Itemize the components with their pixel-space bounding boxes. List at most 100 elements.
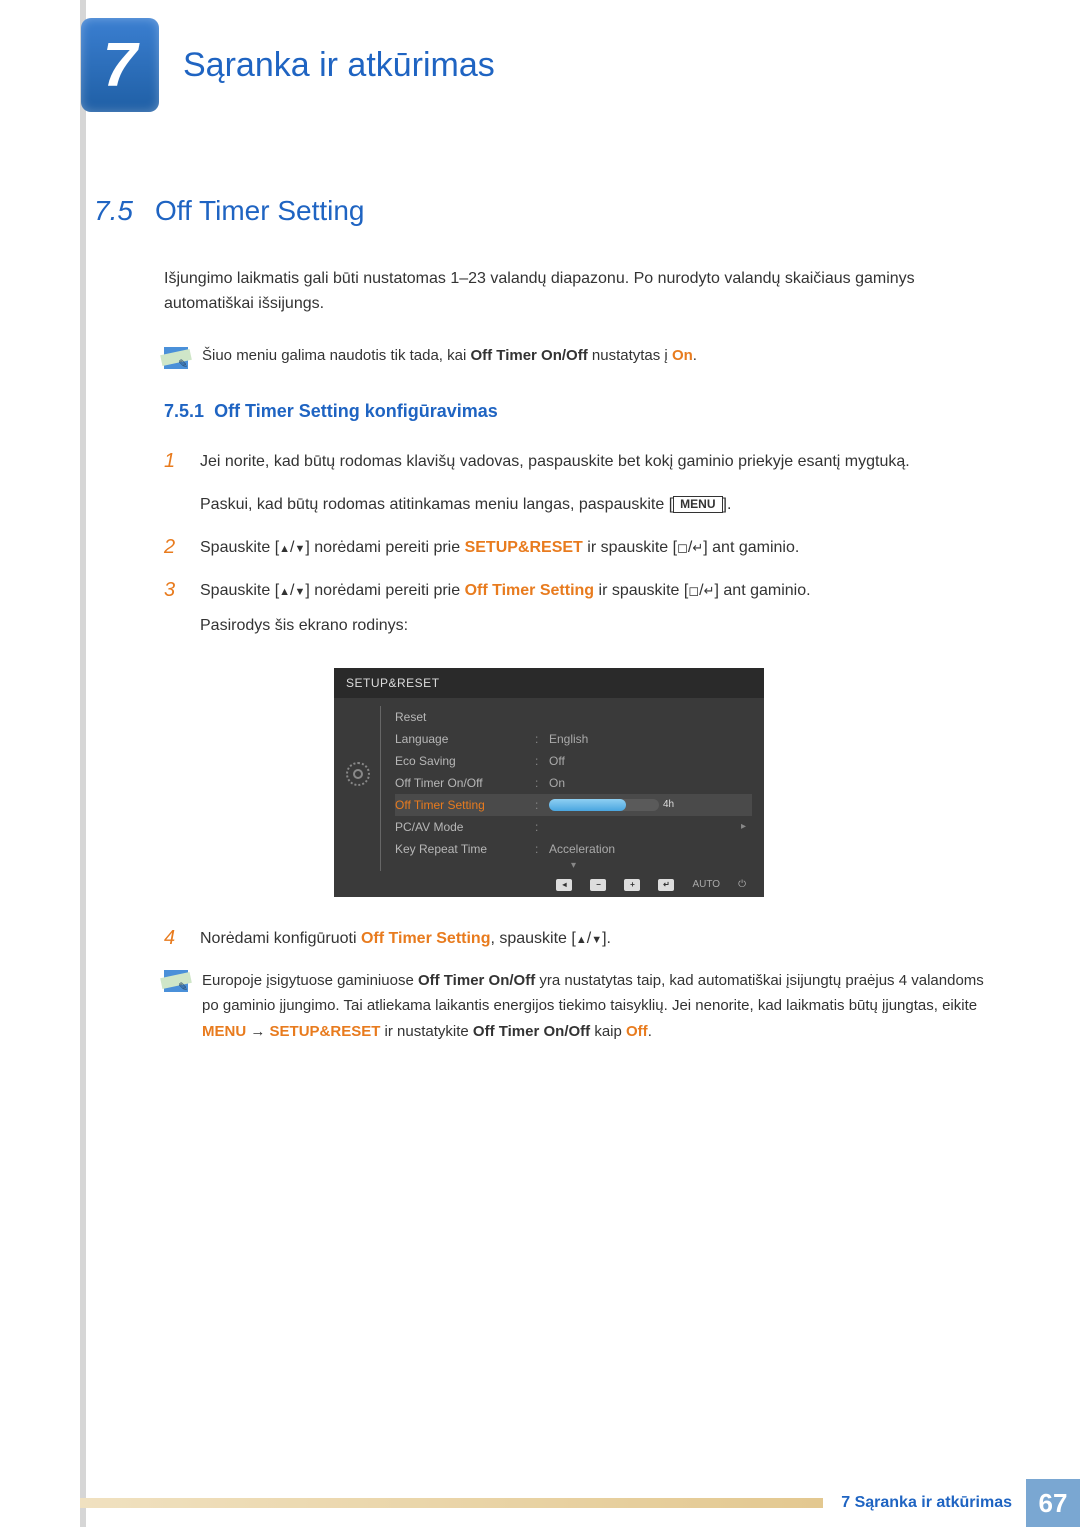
osd-colon: : (535, 754, 549, 768)
intro-paragraph: Išjungimo laikmatis gali būti nustatomas… (164, 267, 1004, 317)
triangle-down-icon (295, 539, 306, 556)
step-1-sub: Paskui, kad būtų rodomas atitinkamas men… (200, 491, 1004, 518)
return-icon (704, 582, 715, 599)
note-text-2: Europoje įsigytuose gaminiuose Off Timer… (202, 968, 1004, 1045)
osd-colon: : (535, 842, 549, 856)
step-2-text: Spauskite [/] norėdami pereiti prie SETU… (200, 534, 799, 561)
osd-body: Reset Language : English Eco Saving : Of… (334, 698, 764, 875)
footer-page-number: 67 (1026, 1479, 1080, 1527)
step-1: 1 Jei norite, kad būtų rodomas klavišų v… (164, 448, 1004, 475)
osd-label: Language (395, 732, 535, 746)
n2-h3: SETUP&RESET (270, 1023, 381, 1040)
triangle-up-icon (279, 582, 290, 599)
s3-mid2: ir spauskite [ (594, 582, 688, 599)
osd-label: Reset (395, 710, 535, 724)
osd-screenshot: SETUP&RESET Reset Language : English Eco… (334, 668, 764, 897)
n2-t5: . (648, 1023, 652, 1040)
osd-row-pcav: PC/AV Mode : ▸ (395, 816, 752, 838)
osd-value: Acceleration (549, 842, 615, 856)
osd-label: Key Repeat Time (395, 842, 535, 856)
note-block-2: Europoje įsigytuose gaminiuose Off Timer… (164, 968, 1004, 1045)
osd-list: Reset Language : English Eco Saving : Of… (380, 706, 752, 871)
s2-highlight: SETUP&RESET (465, 539, 583, 556)
s4-mid: , spauskite [ (490, 930, 575, 947)
note1-pre: Šiuo meniu galima naudotis tik tada, kai (202, 347, 470, 364)
triangle-down-icon (591, 930, 602, 947)
n2-h2: MENU (202, 1023, 246, 1040)
n2-t4: kaip (590, 1023, 626, 1040)
s2-mid1: ] norėdami pereiti prie (305, 539, 464, 556)
s2-mid2: ir spauskite [ (583, 539, 677, 556)
osd-slider-value: 4h (663, 799, 674, 810)
osd-nav-icon: ◂ (556, 879, 572, 891)
s3-mid1: ] norėdami pereiti prie (305, 582, 464, 599)
s4-post: ]. (602, 930, 611, 947)
left-margin-bar (80, 0, 86, 1527)
gear-icon (346, 762, 370, 786)
osd-title: SETUP&RESET (334, 668, 764, 698)
chapter-number-badge: 7 (81, 18, 159, 112)
chapter-header: 7 Sąranka ir atkūrimas (81, 18, 495, 112)
section-number: 7.5 (94, 195, 133, 227)
step-3-text: Spauskite [/] norėdami pereiti prie Off … (200, 577, 811, 639)
note1-mid: nustatytas į (588, 347, 672, 364)
n2-h5: Off (626, 1023, 648, 1040)
step-number: 3 (164, 577, 182, 639)
note1-bold1: Off Timer On/Off (470, 347, 587, 364)
step-number: 1 (164, 448, 182, 475)
step-4-text: Norėdami konfigūruoti Off Timer Setting,… (200, 925, 611, 952)
s3-post: ] ant gaminio. (715, 582, 811, 599)
osd-row-offtimer-onoff: Off Timer On/Off : On (395, 772, 752, 794)
subsection-heading: 7.5.1 Off Timer Setting konfigūravimas (164, 401, 1004, 422)
step-1-text: Jei norite, kad būtų rodomas klavišų vad… (200, 448, 910, 475)
n2-h1: Off Timer On/Off (418, 972, 535, 989)
osd-nav-icon: + (624, 879, 640, 891)
s3-pre: Spauskite [ (200, 582, 279, 599)
s1-sub-pre: Paskui, kad būtų rodomas atitinkamas men… (200, 496, 673, 513)
chevron-down-icon: ▾ (395, 860, 752, 871)
osd-colon: : (535, 798, 549, 812)
osd-auto-label: AUTO (692, 879, 720, 890)
osd-label: PC/AV Mode (395, 820, 535, 834)
triangle-up-icon (279, 539, 290, 556)
square-icon (688, 582, 699, 599)
osd-label: Off Timer On/Off (395, 776, 535, 790)
triangle-down-icon (295, 582, 306, 599)
section-title: Off Timer Setting (155, 195, 365, 227)
osd-colon: : (535, 732, 549, 746)
s3-highlight: Off Timer Setting (465, 582, 595, 599)
osd-value: Off (549, 754, 565, 768)
section-heading: 7.5 Off Timer Setting (94, 195, 1004, 227)
osd-label: Eco Saving (395, 754, 535, 768)
osd-value: On (549, 776, 565, 790)
osd-label: Off Timer Setting (395, 798, 535, 812)
step-2: 2 Spauskite [/] norėdami pereiti prie SE… (164, 534, 1004, 561)
note-block-1: Šiuo meniu galima naudotis tik tada, kai… (164, 345, 1004, 369)
note-icon (164, 970, 188, 992)
step-number: 2 (164, 534, 182, 561)
return-icon (692, 539, 703, 556)
footer-chapter-label: 7 Sąranka ir atkūrimas (823, 1494, 1026, 1512)
step-3: 3 Spauskite [/] norėdami pereiti prie Of… (164, 577, 1004, 639)
note1-bold2: On (672, 347, 693, 364)
menu-button-icon: MENU (673, 496, 722, 514)
s2-post: ] ant gaminio. (703, 539, 799, 556)
n2-t3: ir nustatykite (380, 1023, 473, 1040)
osd-slider (549, 799, 659, 811)
osd-colon: : (535, 820, 549, 834)
chevron-right-icon: ▸ (741, 821, 752, 832)
step-number: 4 (164, 925, 182, 952)
subsection-title: Off Timer Setting konfigūravimas (214, 401, 498, 421)
triangle-up-icon (576, 930, 587, 947)
osd-row-keyrepeat: Key Repeat Time : Acceleration (395, 838, 752, 860)
note-icon (164, 347, 188, 369)
osd-row-language: Language : English (395, 728, 752, 750)
osd-nav-icon: − (590, 879, 606, 891)
osd-footer: ◂ − + ↵ AUTO ⏻ (334, 875, 764, 893)
s3-sub: Pasirodys šis ekrano rodinys: (200, 612, 811, 639)
osd-row-offtimer-setting: Off Timer Setting : 4h (395, 794, 752, 816)
s2-pre: Spauskite [ (200, 539, 279, 556)
osd-value: English (549, 732, 588, 746)
osd-nav-icon: ↵ (658, 879, 674, 891)
square-icon (677, 539, 688, 556)
